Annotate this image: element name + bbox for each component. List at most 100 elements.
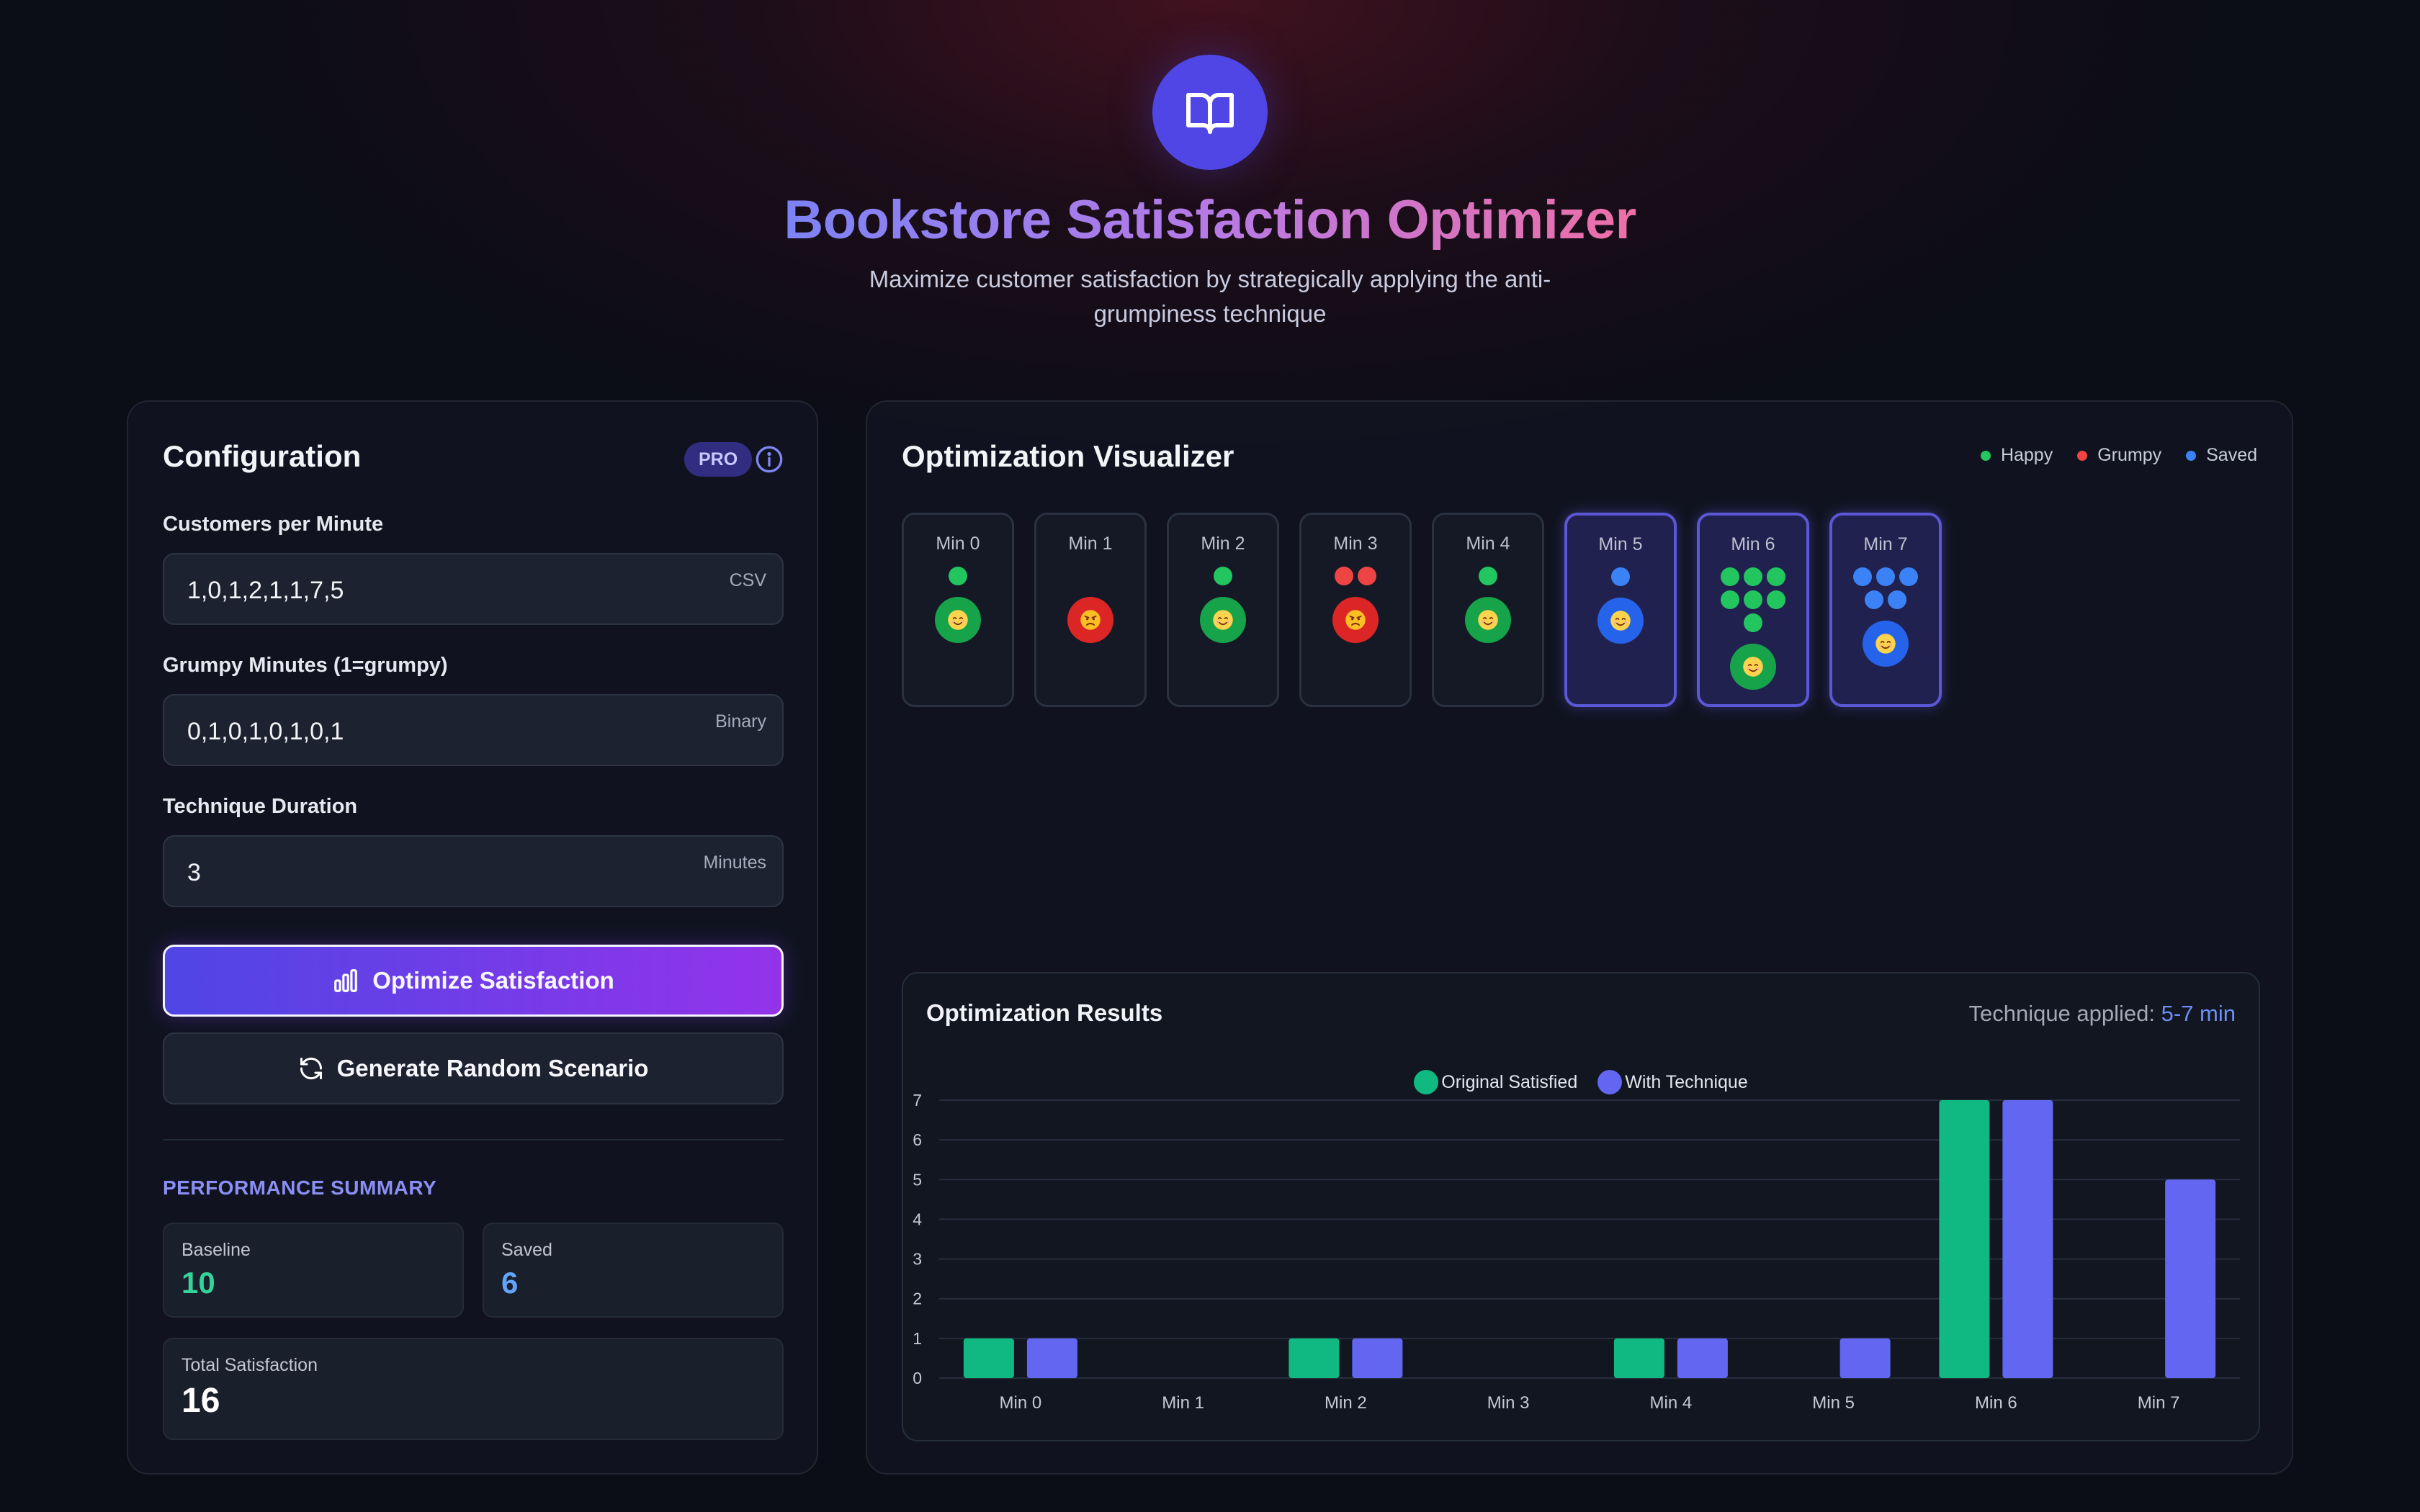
minute-card-3[interactable]: Min 3 bbox=[1299, 513, 1412, 707]
y-tick-label: 2 bbox=[913, 1290, 922, 1308]
legend-item-saved: Saved bbox=[2186, 445, 2257, 466]
baseline-stat: Baseline 10 bbox=[163, 1223, 464, 1318]
minute-label: Min 7 bbox=[1863, 534, 1908, 554]
total-value: 16 bbox=[182, 1382, 220, 1420]
customer-dot bbox=[1865, 590, 1883, 609]
mood-indicator bbox=[1465, 597, 1511, 643]
x-tick-label: Min 5 bbox=[1812, 1393, 1855, 1413]
visualizer-panel: Optimization Visualizer Happy Grumpy Saved… bbox=[866, 400, 2293, 1475]
bar-technique-6 bbox=[2002, 1100, 2053, 1378]
minute-label: Min 1 bbox=[1068, 534, 1113, 554]
bar-chart-icon bbox=[334, 969, 358, 992]
customer-dot bbox=[1744, 567, 1762, 586]
angry-face-icon bbox=[1345, 610, 1366, 630]
customers-hint: CSV bbox=[729, 570, 766, 590]
mood-indicator bbox=[1597, 598, 1644, 644]
minute-card-4[interactable]: Min 4 bbox=[1432, 513, 1544, 707]
saved-value: 6 bbox=[501, 1266, 519, 1300]
legend-dot-happy bbox=[1980, 450, 1991, 461]
duration-input[interactable] bbox=[164, 837, 782, 906]
optimize-button[interactable]: Optimize Satisfaction bbox=[163, 945, 784, 1017]
x-tick-label: Min 3 bbox=[1487, 1393, 1530, 1413]
bar-original-6 bbox=[1939, 1100, 1990, 1378]
logo bbox=[1152, 55, 1268, 170]
bar-original-2 bbox=[1289, 1338, 1340, 1378]
minute-label: Min 5 bbox=[1598, 534, 1643, 554]
customer-dot bbox=[1767, 567, 1785, 586]
duration-hint: Minutes bbox=[703, 852, 766, 873]
minute-card-5[interactable]: Min 5 bbox=[1564, 513, 1677, 707]
x-tick-label: Min 0 bbox=[1000, 1393, 1042, 1413]
duration-label: Technique Duration bbox=[163, 795, 358, 818]
minute-label: Min 2 bbox=[1201, 534, 1245, 554]
legend-item-grumpy: Grumpy bbox=[2077, 445, 2161, 466]
minute-card-7[interactable]: Min 7 bbox=[1829, 513, 1942, 707]
baseline-value: 10 bbox=[182, 1266, 215, 1300]
open-book-icon bbox=[1186, 93, 1234, 134]
minute-card-6[interactable]: Min 6 bbox=[1697, 513, 1809, 707]
smiley-face-icon bbox=[1743, 657, 1763, 677]
customer-dot bbox=[1767, 590, 1785, 609]
page-title: Bookstore Satisfaction Optimizer bbox=[784, 189, 1636, 251]
mood-indicator bbox=[935, 597, 981, 643]
bar-original-4 bbox=[1613, 1338, 1664, 1378]
bar-technique-7 bbox=[2165, 1179, 2216, 1378]
divider bbox=[163, 1139, 784, 1140]
saved-stat: Saved 6 bbox=[483, 1223, 784, 1318]
legend-label: Happy bbox=[2000, 445, 2053, 465]
minute-label: Min 0 bbox=[936, 534, 980, 554]
bar-original-0 bbox=[963, 1338, 1014, 1378]
y-tick-label: 0 bbox=[913, 1369, 922, 1387]
customer-dot bbox=[1744, 613, 1762, 632]
legend-item-happy: Happy bbox=[1980, 445, 2053, 466]
angry-face-icon bbox=[1080, 610, 1101, 630]
grumpy-field[interactable]: Binary bbox=[163, 694, 784, 766]
customer-dot bbox=[1853, 567, 1872, 586]
minute-label: Min 3 bbox=[1333, 534, 1378, 554]
smiley-face-icon bbox=[1213, 610, 1233, 630]
visualizer-legend: Happy Grumpy Saved bbox=[1980, 445, 2257, 466]
bar-technique-5 bbox=[1839, 1338, 1891, 1378]
customer-dot bbox=[1335, 567, 1353, 585]
customer-dot bbox=[1214, 567, 1232, 585]
customer-dot bbox=[1721, 590, 1739, 609]
saved-label: Saved bbox=[501, 1240, 552, 1260]
refresh-icon bbox=[300, 1057, 322, 1080]
results-bar-chart: 0 1 2 3 4 5 6 7 Min 0 Min 1 Min 2 Min 3 Min 4 Min 5 Mi… bbox=[913, 1091, 2240, 1413]
customers-field[interactable]: CSV bbox=[163, 553, 784, 625]
random-scenario-button[interactable]: Generate Random Scenario bbox=[163, 1032, 784, 1104]
mood-indicator bbox=[1332, 597, 1379, 643]
bar-technique-0 bbox=[1026, 1338, 1077, 1378]
mood-indicator bbox=[1067, 597, 1113, 643]
optimize-button-label: Optimize Satisfaction bbox=[372, 967, 614, 994]
minute-card-1[interactable]: Min 1 bbox=[1034, 513, 1147, 707]
y-tick-label: 5 bbox=[913, 1170, 922, 1189]
pro-badge: PRO bbox=[684, 442, 753, 477]
minute-label: Min 4 bbox=[1466, 534, 1510, 554]
grumpy-hint: Binary bbox=[715, 711, 766, 732]
grumpy-input[interactable] bbox=[164, 696, 782, 765]
mood-indicator bbox=[1200, 597, 1246, 643]
random-scenario-label: Generate Random Scenario bbox=[336, 1055, 649, 1081]
legend-dot-grumpy bbox=[2077, 450, 2088, 461]
minute-card-0[interactable]: Min 0 bbox=[902, 513, 1014, 707]
customer-dot bbox=[1899, 567, 1918, 586]
legend-label: Saved bbox=[2206, 445, 2257, 465]
x-tick-label: Min 1 bbox=[1162, 1393, 1204, 1413]
results-panel: Optimization Results Technique applied: … bbox=[902, 972, 2260, 1441]
info-icon[interactable] bbox=[755, 445, 784, 474]
summary-title: PERFORMANCE SUMMARY bbox=[163, 1176, 437, 1199]
customer-dot bbox=[1479, 567, 1497, 585]
customers-input[interactable] bbox=[164, 554, 782, 624]
visualizer-title: Optimization Visualizer bbox=[902, 439, 1234, 473]
total-label: Total Satisfaction bbox=[182, 1355, 318, 1375]
page-subtitle: Maximize customer satisfaction by strate… bbox=[869, 266, 1551, 327]
configuration-title: Configuration bbox=[163, 439, 362, 473]
bar-technique-2 bbox=[1352, 1338, 1403, 1378]
y-tick-label: 1 bbox=[913, 1329, 922, 1348]
x-tick-label: Min 7 bbox=[2138, 1393, 2180, 1413]
x-tick-label: Min 6 bbox=[1975, 1393, 2017, 1413]
duration-field[interactable]: Minutes bbox=[163, 835, 784, 907]
bar-technique-4 bbox=[1677, 1338, 1728, 1378]
minute-card-2[interactable]: Min 2 bbox=[1167, 513, 1279, 707]
